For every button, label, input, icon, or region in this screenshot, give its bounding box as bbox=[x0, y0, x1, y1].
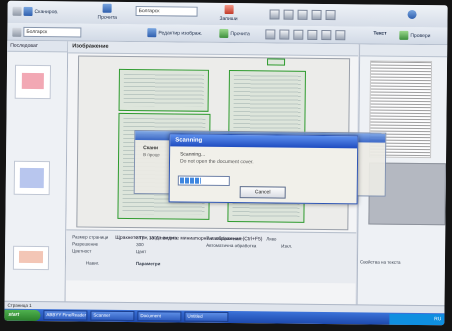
property-value: Изкл. bbox=[281, 243, 293, 249]
system-tray: RU bbox=[389, 313, 445, 325]
start-button[interactable]: start bbox=[4, 309, 41, 321]
toolbar-icon[interactable] bbox=[283, 9, 294, 20]
toolbar-icon[interactable] bbox=[325, 10, 336, 21]
toolbar-icon[interactable] bbox=[297, 9, 308, 20]
area-tool-icon[interactable] bbox=[293, 29, 304, 40]
taskbar-item[interactable]: ABBYY FineReader bbox=[43, 310, 88, 321]
area-tool-icons bbox=[265, 29, 347, 41]
background-dialog-status: В проце bbox=[143, 152, 160, 158]
property-value: Ляво bbox=[266, 236, 277, 242]
toolbar-icons bbox=[269, 9, 338, 21]
language-select[interactable]: Болгарск bbox=[135, 6, 198, 17]
image-panel-header: Изображение bbox=[68, 41, 359, 57]
property-label: Разрешение bbox=[72, 241, 99, 247]
area-tool-icon[interactable] bbox=[335, 30, 346, 41]
read-page-icon bbox=[219, 28, 229, 39]
scanning-status-text: Scanning... bbox=[180, 151, 206, 158]
scan-button[interactable]: Сканиров. bbox=[12, 6, 59, 16]
save-label: Запиши bbox=[219, 15, 238, 23]
scanning-dialog-title: Scanning bbox=[170, 134, 358, 149]
background-dialog-title: Скани bbox=[143, 145, 159, 152]
area-tool-icon[interactable] bbox=[307, 29, 318, 40]
scanning-dialog: Scanning Scanning... Do not open the doc… bbox=[168, 133, 359, 205]
taskbar-item[interactable]: Document bbox=[137, 311, 182, 322]
thumbnail-image bbox=[19, 167, 44, 189]
cancel-button[interactable]: Cancel bbox=[239, 186, 286, 199]
pages-panel: Последоват bbox=[4, 40, 69, 304]
text-header-label: Текст bbox=[373, 30, 387, 37]
language-select-2[interactable]: Болгарск bbox=[12, 26, 82, 38]
tab-parameters[interactable]: Параметри bbox=[136, 261, 161, 266]
property-value: 300 bbox=[136, 242, 144, 248]
scanner-icon bbox=[12, 6, 22, 16]
read-page-label: Прочита bbox=[230, 30, 250, 37]
scan-progress-bar bbox=[177, 175, 230, 187]
text-panel-header bbox=[360, 44, 448, 58]
toolbar-icon[interactable] bbox=[311, 9, 322, 20]
read-page-button[interactable]: Прочита bbox=[219, 28, 250, 39]
language-value-2: Болгарск bbox=[23, 26, 82, 38]
page-thumbnail[interactable] bbox=[13, 160, 51, 196]
document-icon bbox=[12, 27, 22, 37]
toolbar-icon[interactable] bbox=[269, 9, 280, 20]
scan-progress-fill bbox=[179, 177, 201, 184]
save-icon bbox=[224, 4, 234, 15]
thumbnail-image bbox=[18, 250, 44, 264]
tab-navigation[interactable]: Навиг. bbox=[86, 261, 99, 266]
property-label: Цветност bbox=[72, 248, 92, 254]
taskbar-item[interactable]: Untitled bbox=[184, 311, 229, 323]
page-status: Страница 1 bbox=[7, 302, 32, 308]
scan-label: Сканиров. bbox=[34, 8, 59, 15]
page-thumbnail[interactable] bbox=[12, 245, 50, 271]
help-button[interactable] bbox=[407, 9, 417, 19]
property-label: Автоматична обработка bbox=[206, 242, 257, 249]
property-value: Цвят bbox=[136, 249, 147, 255]
check-button[interactable]: Провери bbox=[399, 30, 431, 40]
page-thumbnail[interactable] bbox=[14, 64, 52, 100]
editor-label: Редактир изображ. bbox=[158, 29, 203, 37]
read-label: Прочита bbox=[97, 14, 118, 21]
check-icon bbox=[399, 30, 409, 40]
area-tool-icon[interactable] bbox=[321, 29, 332, 41]
area-tool-icon[interactable] bbox=[279, 29, 290, 40]
recognition-area[interactable] bbox=[267, 58, 286, 66]
screen: Сканиров. Прочита Болгарск Запиши Болгар… bbox=[4, 0, 448, 326]
save-button[interactable]: Запиши bbox=[219, 4, 238, 23]
recognition-area[interactable] bbox=[118, 68, 209, 112]
area-tool-icon[interactable] bbox=[265, 29, 276, 40]
editor-button[interactable]: Редактир изображ. bbox=[147, 28, 202, 38]
read-icon bbox=[102, 3, 112, 13]
read-button[interactable]: Прочита bbox=[97, 3, 118, 21]
blue-icon bbox=[23, 6, 33, 16]
check-label: Провери bbox=[410, 32, 431, 39]
scanning-warning-text: Do not open the document cover. bbox=[179, 158, 254, 166]
text-properties-link[interactable]: Свойства на текста bbox=[360, 259, 401, 264]
pages-panel-header: Последоват bbox=[7, 40, 68, 53]
editor-icon bbox=[147, 28, 157, 38]
text-header: Текст bbox=[373, 31, 386, 37]
language-value: Болгарск bbox=[135, 6, 198, 17]
thumbnail-image bbox=[21, 72, 44, 90]
help-icon bbox=[407, 9, 417, 19]
property-label: Размер страници bbox=[72, 234, 109, 240]
taskbar-item[interactable]: Scanner bbox=[90, 310, 135, 322]
